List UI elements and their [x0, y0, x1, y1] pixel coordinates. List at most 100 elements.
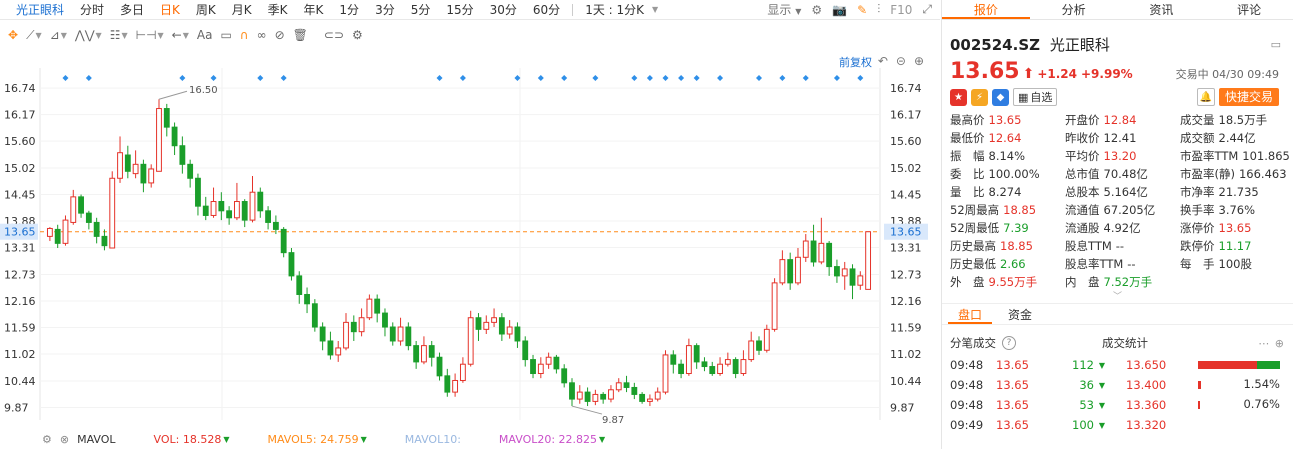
period-tab[interactable]: 5分 [403, 1, 439, 18]
candle-body [374, 298, 381, 314]
quote-tab[interactable]: 报价 [942, 0, 1030, 19]
arrow-icon[interactable]: ← ▼ [168, 24, 193, 46]
chart-nav-icons: ↶ ⊝ ⊕ [878, 54, 924, 68]
comment-icon[interactable]: ▭ [216, 24, 235, 46]
stat-key: 最高价 [950, 113, 985, 127]
quote-tab[interactable]: 评论 [1205, 0, 1293, 19]
kline-svg[interactable]: 16.74 16.74 16.17 16.17 15.60 15.60 15.02 15.02… [0, 48, 940, 428]
stat-value: 3.76% [1218, 203, 1256, 217]
period-tab[interactable]: 1分 [331, 1, 367, 18]
stat-key: 股息TTM [1065, 239, 1112, 253]
fib-icon[interactable]: ☷ ▼ [106, 24, 132, 46]
kline-chart[interactable]: 16.74 16.74 16.17 16.17 15.60 15.60 15.02 15.02… [0, 48, 940, 428]
period-bar: 光正眼科 分时 多日 日K 周K 月K 季K 年K 1分 3分 5分 15分 30分 60分 1天 : … [0, 0, 940, 20]
candle-body [327, 340, 334, 356]
lightning-icon[interactable]: ⚡ [971, 88, 988, 106]
text-icon[interactable]: Aa [193, 24, 217, 46]
interval-select[interactable]: 1天 : 1分K [577, 1, 652, 18]
tick-time: 09:48 [950, 398, 984, 412]
quick-trade-button[interactable]: 快捷交易 [1218, 88, 1279, 106]
stat-cell: 52周最低 7.39 [950, 220, 1065, 237]
stat-key: 量 比 [950, 185, 985, 199]
period-tab[interactable]: 15分 [438, 1, 481, 18]
period-tab[interactable]: 日K [152, 1, 188, 18]
event-marker [857, 75, 864, 81]
candle-body [826, 242, 833, 268]
stat-key: 市盈率(静) [1180, 167, 1235, 181]
period-tab[interactable]: 年K [296, 1, 332, 18]
low-annotation-label: 9.87 [602, 415, 624, 426]
help-icon[interactable]: ? [1002, 336, 1016, 350]
bell-icon[interactable]: 🔔 [1196, 88, 1215, 106]
event-marker [210, 75, 217, 81]
quote-tab[interactable]: 资讯 [1118, 0, 1206, 19]
undo-icon[interactable]: ↶ [878, 54, 888, 68]
china-flag-icon: ★ [950, 88, 967, 106]
move-icon[interactable]: ✥ [4, 24, 22, 46]
close-icon[interactable]: ⊗ [60, 433, 69, 446]
period-tab[interactable]: 30分 [482, 1, 525, 18]
chevron-down-icon[interactable]: ▼ [652, 5, 658, 14]
candle-body [810, 240, 817, 263]
stat-cell: 市盈率(静) 166.463 [1180, 166, 1293, 183]
f10-button[interactable]: F10 [890, 3, 912, 17]
magnet-icon[interactable]: ∩ [236, 24, 253, 46]
stat-cell: 开盘价 12.84 [1065, 112, 1180, 129]
candle-body [109, 177, 116, 249]
period-tab[interactable]: 季K [260, 1, 296, 18]
tag-icon[interactable]: ◆ [992, 88, 1009, 106]
stat-value: 2.44亿 [1218, 131, 1256, 145]
reset-icon[interactable]: ⊝ [896, 54, 906, 68]
event-marker [631, 75, 638, 81]
period-tab[interactable]: 周K [188, 1, 224, 18]
period-tab[interactable]: 分时 [72, 1, 112, 18]
settings-icon[interactable]: ⚙ [811, 3, 822, 17]
stat-value: 67.205亿 [1103, 203, 1156, 217]
tick-header: 分笔成交 ? 成交统计 ⋯ ⊕ [942, 331, 1293, 355]
period-tab[interactable]: 多日 [112, 1, 152, 18]
lock-icon[interactable]: ∞ [253, 24, 271, 46]
display-menu[interactable]: 显示 ▼ [767, 1, 801, 18]
quote-tab[interactable]: 分析 [1030, 0, 1118, 19]
vol-value: VOL: 18.528 ▼ [153, 432, 230, 446]
channel-icon[interactable]: ⊿ ▼ [46, 24, 71, 46]
mavol-label[interactable]: MAVOL [77, 433, 115, 446]
sub-tab[interactable]: 资金 [998, 304, 1042, 324]
menu-icon[interactable]: ▭ [1271, 38, 1281, 51]
stat-title: 成交统计 [1102, 336, 1148, 350]
divider [572, 3, 574, 16]
link-icon[interactable]: ⊂⊃ [320, 24, 348, 46]
candle-body [608, 389, 614, 400]
adjust-label[interactable]: 前复权 [839, 54, 872, 70]
screenshot-icon[interactable]: 📷 [832, 3, 847, 17]
y-tick-label-left: 16.74 [4, 82, 36, 95]
hide-icon[interactable]: ⊘ [271, 24, 289, 46]
settings-icon[interactable]: ⚙ [348, 24, 367, 46]
sub-tab[interactable]: 盘口 [948, 304, 992, 324]
zoom-in-icon[interactable]: ⊕ [914, 54, 924, 68]
period-tab[interactable]: 3分 [367, 1, 403, 18]
candle-body [179, 145, 186, 165]
stock-name-link[interactable]: 光正眼科 [0, 1, 72, 18]
period-tab[interactable]: 月K [224, 1, 260, 18]
more-icon[interactable]: ⋯ ⊕ [1258, 337, 1285, 350]
measure-icon[interactable]: ⊢⊣ ▼ [132, 24, 168, 46]
candle-body [117, 152, 123, 179]
candle-body [195, 177, 201, 207]
expand-icon[interactable]: ⤢ [922, 2, 932, 17]
delete-icon[interactable]: 🗑 [289, 24, 312, 46]
stat-value: 70.48亿 [1103, 167, 1148, 181]
period-tab[interactable]: 60分 [525, 1, 568, 18]
candle-body [748, 340, 755, 361]
wave-icon[interactable]: ⋀⋁ ▼ [71, 24, 106, 46]
down-arrow-icon: ▼ [1098, 420, 1106, 430]
vertical-bars-icon[interactable]: ⫶ [877, 2, 880, 17]
chevron-down-icon[interactable]: ﹀ [950, 291, 1285, 303]
stat-price: 13.360 [1126, 398, 1167, 412]
candle-body [646, 398, 653, 402]
pencil-icon[interactable]: ✎ [857, 3, 867, 17]
settings-icon[interactable]: ⚙ [42, 433, 52, 446]
line-icon[interactable]: ⟋ ▼ [22, 24, 46, 46]
event-marker [802, 75, 809, 81]
add-watchlist-button[interactable]: ▦ 自选 [1013, 88, 1058, 106]
